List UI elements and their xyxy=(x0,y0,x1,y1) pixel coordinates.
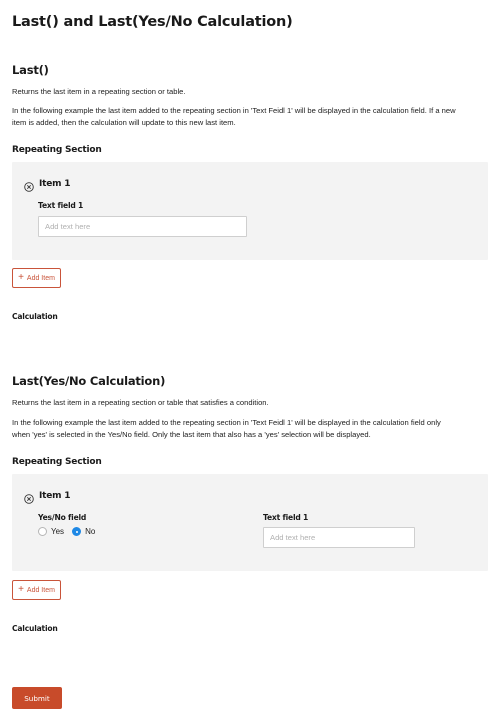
section2-repeating-section: Item 1 Yes/No field Yes No Text field 1 xyxy=(12,474,488,571)
radio-yes[interactable] xyxy=(38,527,47,536)
section2-repeating-label: Repeating Section xyxy=(12,457,102,467)
section1-example: In the following example the last item a… xyxy=(12,105,492,128)
radio-option-no[interactable]: No xyxy=(72,527,95,536)
section2-example: In the following example the last item a… xyxy=(12,417,492,440)
remove-item-icon[interactable] xyxy=(24,491,34,504)
section1-add-item-button[interactable]: + Add Item xyxy=(12,268,61,288)
yesno-radio-group: Yes No xyxy=(38,527,95,536)
section2-item-title: Item 1 xyxy=(39,491,71,501)
section1-repeating-section: Item 1 Text field 1 xyxy=(12,162,488,260)
section2-example-line2: when 'yes' is selected in the Yes/No fie… xyxy=(12,429,371,439)
section2-heading: Last(Yes/No Calculation) xyxy=(12,374,166,388)
section1-item-title: Item 1 xyxy=(39,179,71,189)
radio-no[interactable] xyxy=(72,527,82,536)
radio-no-label: No xyxy=(85,527,96,536)
section1-example-line2: item is added, then the calculation will… xyxy=(12,117,236,127)
submit-button[interactable]: Submit xyxy=(12,687,62,709)
section2-description: Returns the last item in a repeating sec… xyxy=(12,398,269,407)
section1-add-item-label: Add Item xyxy=(26,274,55,282)
section2-example-line1: In the following example the last item a… xyxy=(12,418,441,427)
radio-option-yes[interactable]: Yes xyxy=(38,527,64,536)
section1-text-field-label: Text field 1 xyxy=(38,201,84,210)
plus-icon: + xyxy=(18,272,24,283)
plus-icon: + xyxy=(18,584,24,595)
section1-description: Returns the last item in a repeating sec… xyxy=(12,87,186,96)
section2-item-header: Item 1 xyxy=(24,491,71,504)
section2-text-field-label: Text field 1 xyxy=(263,513,309,522)
section2-add-item-button[interactable]: + Add Item xyxy=(12,580,61,600)
remove-item-icon[interactable] xyxy=(24,179,34,192)
radio-yes-label: Yes xyxy=(51,527,65,536)
section1-example-line1: In the following example the last item a… xyxy=(12,106,456,115)
section1-item-header: Item 1 xyxy=(24,179,71,192)
section2-calculation-label: Calculation xyxy=(12,624,58,633)
section1-calculation-label: Calculation xyxy=(12,312,58,321)
section1-heading: Last() xyxy=(12,63,49,77)
section1-text-field-input[interactable] xyxy=(38,216,247,237)
section2-text-field-input[interactable] xyxy=(263,527,415,548)
section1-repeating-label: Repeating Section xyxy=(12,145,102,155)
page-title: Last() and Last(Yes/No Calculation) xyxy=(12,14,293,30)
section2-yesno-label: Yes/No field xyxy=(38,513,87,522)
section2-add-item-label: Add Item xyxy=(26,586,55,594)
